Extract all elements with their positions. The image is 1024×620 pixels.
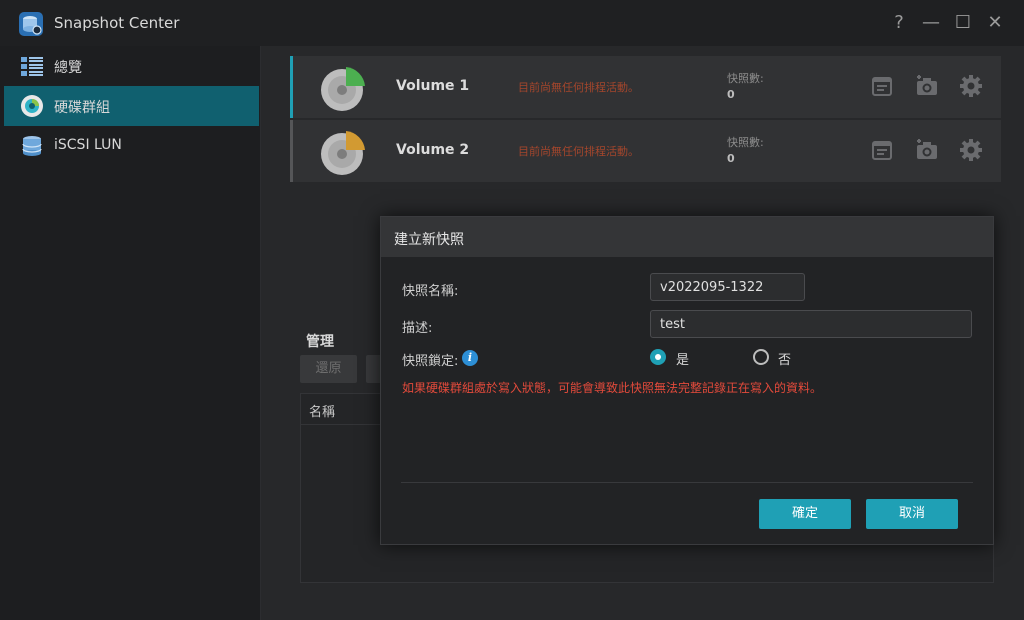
management-title: 管理 bbox=[306, 334, 334, 350]
snapshot-name-input[interactable] bbox=[650, 273, 805, 301]
description-label: 描述: bbox=[402, 321, 433, 336]
lock-no-label[interactable]: 否 bbox=[778, 349, 791, 368]
schedule-calendar-icon[interactable] bbox=[870, 138, 894, 162]
snapshot-count: 0 bbox=[727, 152, 735, 165]
create-snapshot-dialog: 建立新快照 快照名稱: 描述: 快照鎖定: i 是 否 如果硬碟群組處於寫入狀態… bbox=[380, 216, 994, 545]
schedule-calendar-icon[interactable] bbox=[870, 74, 894, 98]
disk-pie-icon bbox=[321, 67, 365, 111]
lock-yes-label[interactable]: 是 bbox=[676, 349, 689, 368]
sidebar-item-label: iSCSI LUN bbox=[54, 137, 122, 153]
description-input[interactable] bbox=[650, 310, 972, 338]
confirm-button[interactable]: 確定 bbox=[759, 499, 851, 529]
volume-schedule-status: 目前尚無任何排程活動。 bbox=[518, 145, 639, 158]
snapshot-lock-label: 快照鎖定: bbox=[402, 354, 459, 369]
overview-grid-icon bbox=[21, 57, 43, 76]
sidebar-item-storage-pool[interactable]: 硬碟群組 bbox=[4, 86, 259, 126]
settings-gear-icon[interactable] bbox=[959, 74, 983, 98]
take-snapshot-camera-icon[interactable] bbox=[915, 138, 939, 162]
take-snapshot-camera-icon[interactable] bbox=[915, 74, 939, 98]
restore-button[interactable]: 還原 bbox=[300, 355, 357, 383]
lock-no-radio[interactable] bbox=[753, 349, 769, 365]
volume-row-selected-indicator bbox=[290, 56, 293, 118]
iscsi-database-icon bbox=[22, 136, 42, 156]
sidebar-item-iscsi-lun[interactable]: iSCSI LUN bbox=[4, 126, 259, 166]
volume-name: Volume 1 bbox=[396, 78, 470, 94]
volume-row-indicator bbox=[290, 120, 293, 182]
title-bar: Snapshot Center ? — ☐ ✕ bbox=[0, 0, 1024, 47]
dialog-title: 建立新快照 bbox=[394, 232, 464, 248]
dialog-divider bbox=[401, 482, 973, 483]
volume-row[interactable]: Volume 1 目前尚無任何排程活動。 快照數: 0 bbox=[290, 56, 1001, 118]
help-icon[interactable]: ? bbox=[888, 12, 910, 34]
sidebar-item-label: 總覽 bbox=[54, 60, 82, 76]
snapshot-center-app-icon bbox=[19, 12, 43, 36]
disk-pie-icon bbox=[321, 131, 365, 175]
sidebar: 總覽 硬碟群組 iSCSI LUN bbox=[0, 46, 261, 620]
sidebar-item-label: 硬碟群組 bbox=[54, 100, 110, 116]
info-icon[interactable]: i bbox=[462, 350, 478, 366]
volume-name: Volume 2 bbox=[396, 142, 470, 158]
dialog-header: 建立新快照 bbox=[381, 217, 993, 257]
cancel-button[interactable]: 取消 bbox=[866, 499, 958, 529]
write-state-warning: 如果硬碟群組處於寫入狀態，可能會導致此快照無法完整記錄正在寫入的資料。 bbox=[402, 381, 823, 395]
snapshot-count: 0 bbox=[727, 88, 735, 101]
minimize-icon[interactable]: — bbox=[920, 12, 942, 34]
snapshot-count-label: 快照數: bbox=[727, 136, 764, 149]
volume-row[interactable]: Volume 2 目前尚無任何排程活動。 快照數: 0 bbox=[290, 120, 1001, 182]
storage-pool-icon bbox=[21, 95, 43, 117]
maximize-icon[interactable]: ☐ bbox=[952, 12, 974, 34]
lock-yes-radio[interactable] bbox=[650, 349, 666, 365]
snapshot-name-label: 快照名稱: bbox=[402, 284, 459, 299]
close-icon[interactable]: ✕ bbox=[984, 12, 1006, 34]
settings-gear-icon[interactable] bbox=[959, 138, 983, 162]
app-title: Snapshot Center bbox=[54, 14, 180, 32]
snapshot-count-label: 快照數: bbox=[727, 72, 764, 85]
column-header-name[interactable]: 名稱 bbox=[309, 401, 335, 420]
sidebar-item-overview[interactable]: 總覽 bbox=[4, 46, 259, 86]
volume-schedule-status: 目前尚無任何排程活動。 bbox=[518, 81, 639, 94]
